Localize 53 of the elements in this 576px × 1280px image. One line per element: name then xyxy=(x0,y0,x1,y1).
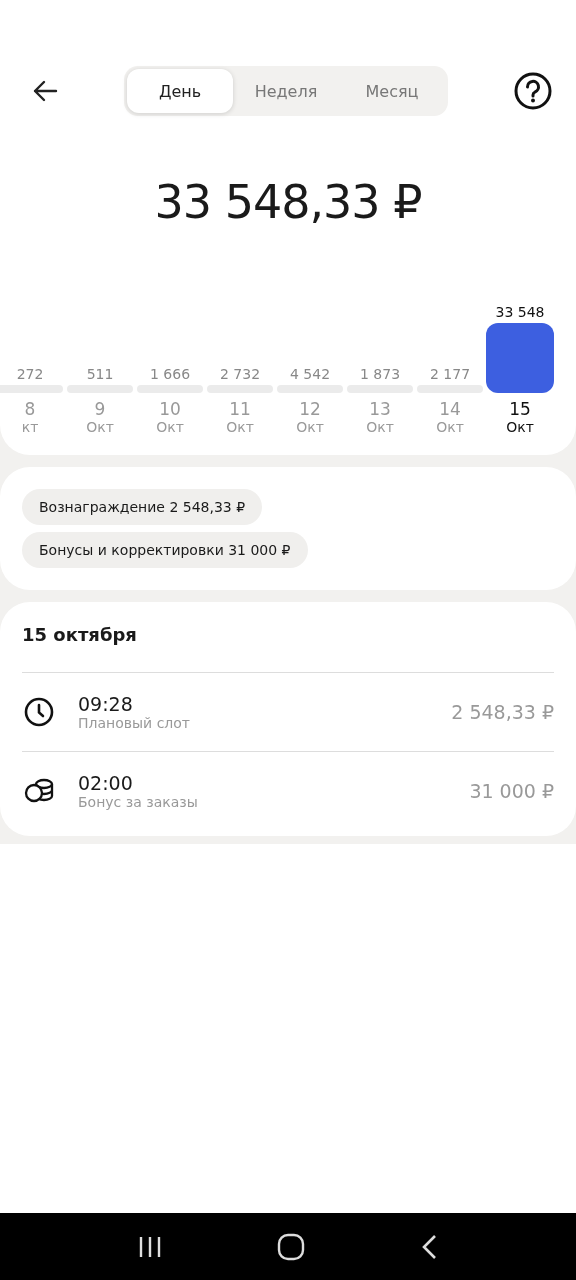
bar-value: 2 177 xyxy=(429,366,471,382)
bar-value: 272 xyxy=(16,366,44,382)
summary-chip[interactable]: Вознаграждение 2 548,33 ₽ xyxy=(22,489,263,525)
day-column[interactable]: 1 666 10 Окт xyxy=(135,366,205,435)
entry-amount: 31 000 ₽ xyxy=(469,780,554,802)
coins-icon xyxy=(24,778,54,804)
day-column[interactable]: 33 548 15 Окт xyxy=(485,304,555,435)
month-label: Окт xyxy=(366,419,394,435)
entry-time: 09:28 xyxy=(78,693,134,715)
day-column[interactable]: 4 542 12 Окт xyxy=(275,366,345,435)
section-title: 15 октября xyxy=(22,624,554,673)
day-column[interactable]: 2 177 14 Окт xyxy=(415,366,485,435)
month-label: Окт xyxy=(436,419,464,435)
month-label: Окт xyxy=(296,419,324,435)
entry-time: 02:00 xyxy=(78,772,134,794)
period-tab[interactable]: Месяц xyxy=(339,69,445,113)
entry-label: Плановый слот xyxy=(78,715,191,731)
bar-value: 511 xyxy=(86,366,114,382)
summary-chip[interactable]: Бонусы и корректировки 31 000 ₽ xyxy=(22,532,308,568)
day-number: 13 xyxy=(369,399,391,419)
day-number: 15 xyxy=(509,399,531,419)
bar-value: 4 542 xyxy=(289,366,331,382)
month-label: кт xyxy=(21,419,39,435)
recent-apps-icon[interactable] xyxy=(137,1234,162,1259)
period-tab[interactable]: День xyxy=(127,69,233,113)
bar-value: 33 548 xyxy=(495,304,545,320)
bar xyxy=(486,323,554,393)
day-column[interactable]: 272 8 кт xyxy=(0,366,65,435)
bar-value: 1 873 xyxy=(359,366,401,382)
entry-amount: 2 548,33 ₽ xyxy=(451,701,554,723)
home-icon[interactable] xyxy=(277,1232,305,1261)
bar-value: 1 666 xyxy=(149,366,191,382)
month-label: Окт xyxy=(506,419,534,435)
day-number: 8 xyxy=(24,399,36,419)
day-number: 14 xyxy=(439,399,461,419)
day-number: 9 xyxy=(94,399,106,419)
total-amount: 33 548,33 ₽ xyxy=(153,174,423,231)
back-nav-icon[interactable] xyxy=(420,1233,439,1260)
clock-icon xyxy=(24,697,54,727)
day-column[interactable]: 2 732 11 Окт xyxy=(205,366,275,435)
help-icon[interactable] xyxy=(514,72,552,110)
month-label: Окт xyxy=(156,419,184,435)
period-tab[interactable]: Неделя xyxy=(233,69,339,113)
day-number: 12 xyxy=(299,399,321,419)
bar-value: 2 732 xyxy=(219,366,261,382)
day-column[interactable]: 1 873 13 Окт xyxy=(345,366,415,435)
day-column[interactable]: 511 9 Окт xyxy=(65,366,135,435)
entry-label: Бонус за заказы xyxy=(78,794,199,810)
day-number: 10 xyxy=(159,399,181,419)
month-label: Окт xyxy=(226,419,254,435)
day-number: 11 xyxy=(229,399,251,419)
month-label: Окт xyxy=(86,419,114,435)
back-icon[interactable] xyxy=(32,80,58,102)
